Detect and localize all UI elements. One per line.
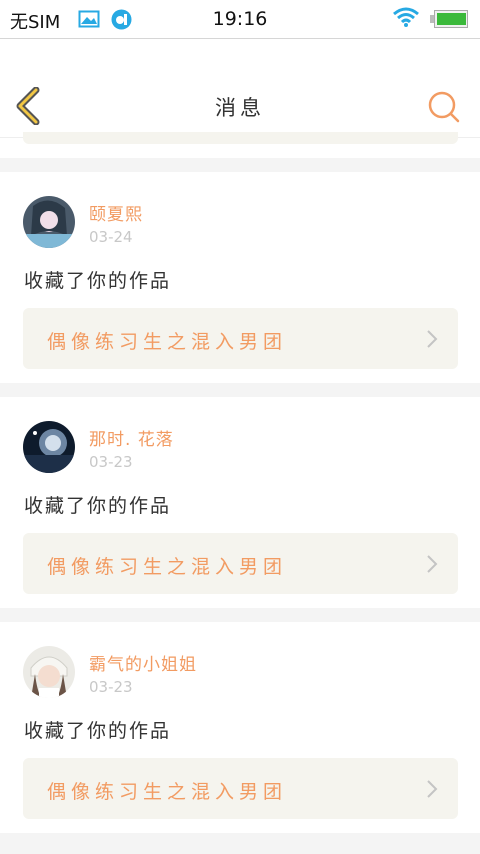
work-title: 偶像练习生之混入男团: [47, 331, 288, 353]
avatar[interactable]: [23, 646, 75, 698]
message-date: 03-23: [89, 453, 133, 471]
username[interactable]: 那时. 花落: [89, 425, 174, 450]
status-bar: 无SIM 19:16: [0, 0, 480, 39]
message-card: 霸气的小姐姐 03-23 收藏了你的作品 偶像练习生之混入男团: [0, 622, 480, 833]
avatar[interactable]: [23, 421, 75, 473]
action-text: 收藏了你的作品: [24, 270, 172, 292]
nav-header: 消息: [0, 39, 480, 138]
work-link[interactable]: 偶像练习生之混入男团: [23, 308, 458, 369]
battery-icon: [430, 10, 468, 32]
message-card: 颐夏熙 03-24 收藏了你的作品 偶像练习生之混入男团: [0, 172, 480, 383]
username[interactable]: 颐夏熙: [89, 200, 143, 225]
work-link[interactable]: 偶像练习生之混入男团: [23, 758, 458, 819]
action-text: 收藏了你的作品: [24, 720, 172, 742]
chevron-right-icon: [427, 555, 438, 573]
search-icon: [428, 91, 460, 123]
message-card: 那时. 花落 03-23 收藏了你的作品 偶像练习生之混入男团: [0, 397, 480, 608]
username[interactable]: 霸气的小姐姐: [89, 650, 197, 675]
chevron-right-icon: [427, 330, 438, 348]
work-title: 偶像练习生之混入男团: [47, 556, 288, 578]
avatar[interactable]: [23, 196, 75, 248]
work-title: 偶像练习生之混入男团: [47, 781, 288, 803]
message-date: 03-24: [89, 228, 133, 246]
work-link[interactable]: 偶像练习生之混入男团: [23, 533, 458, 594]
wifi-icon: [392, 6, 420, 32]
message-date: 03-23: [89, 678, 133, 696]
previous-work-box[interactable]: [23, 132, 458, 144]
page-title: 消息: [215, 96, 265, 120]
chevron-right-icon: [427, 780, 438, 798]
previous-card-remnant: [0, 132, 480, 158]
message-list: 颐夏熙 03-24 收藏了你的作品 偶像练习生之混入男团 那时. 花落 03-2…: [0, 172, 480, 847]
action-text: 收藏了你的作品: [24, 495, 172, 517]
search-button[interactable]: [428, 91, 460, 123]
